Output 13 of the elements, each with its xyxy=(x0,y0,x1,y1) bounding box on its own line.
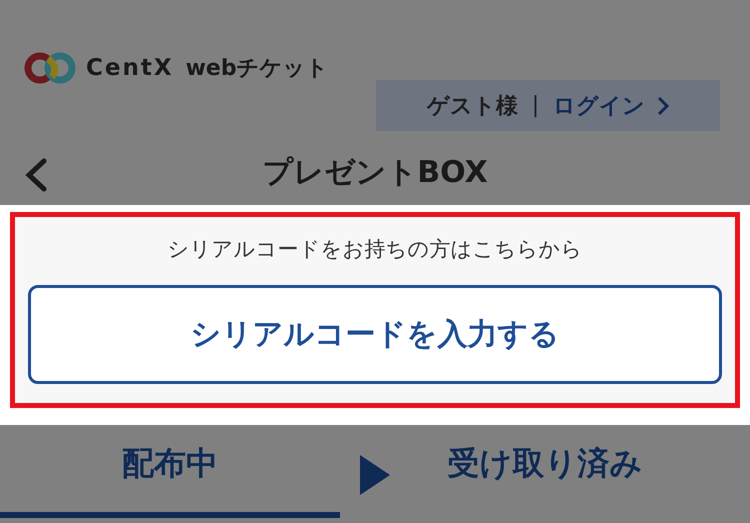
tab[interactable]: 配布中 xyxy=(0,425,340,518)
serial-prompt: シリアルコードをお持ちの方はこちらから xyxy=(168,236,582,263)
logo-icon xyxy=(24,52,76,84)
brand-suffix: webチケット xyxy=(186,55,329,83)
login-link[interactable]: ログイン xyxy=(553,90,670,120)
page-title: プレゼントBOX xyxy=(262,154,488,192)
chevron-icon xyxy=(657,96,670,116)
tab[interactable]: 受け取り済み xyxy=(340,425,750,518)
triangle-icon xyxy=(360,455,390,495)
brand-name: CentX xyxy=(86,55,174,81)
separator: | xyxy=(532,93,540,118)
guest-label: ゲスト様 xyxy=(426,92,518,120)
serial-code-button[interactable]: シリアルコードを入力する xyxy=(28,285,722,384)
